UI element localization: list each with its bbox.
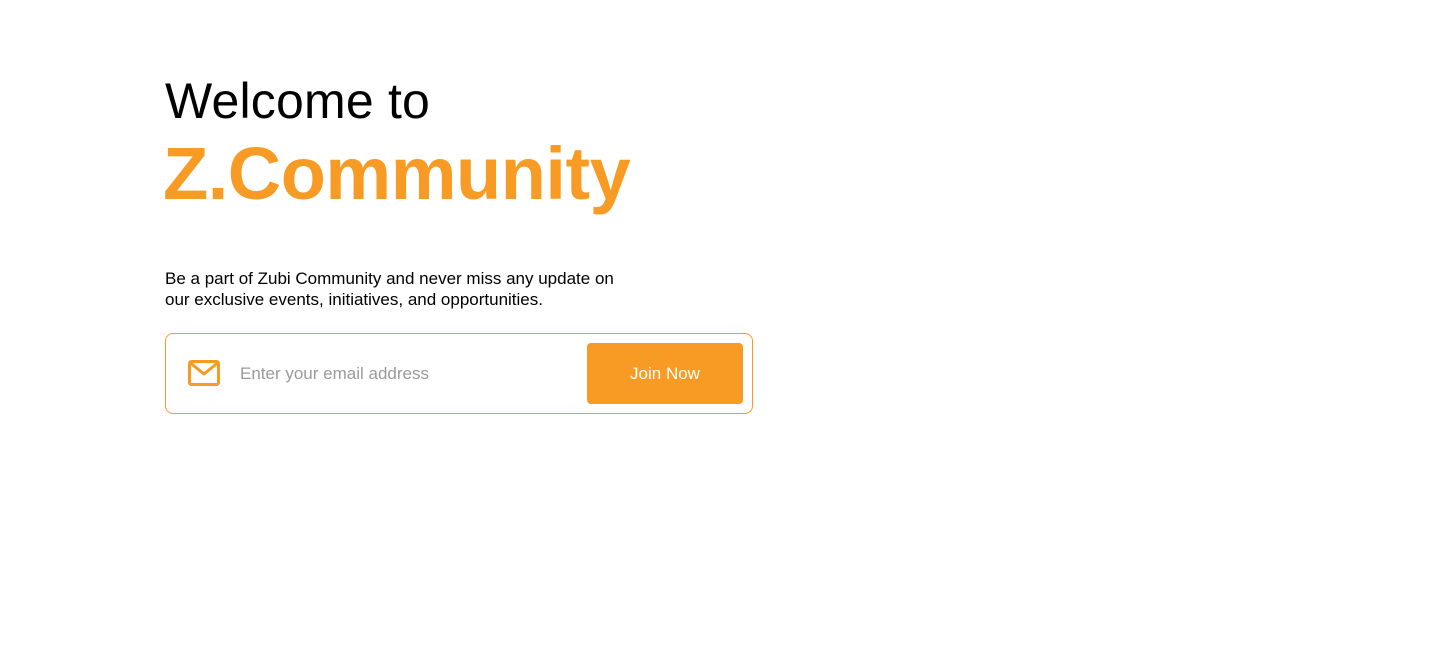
tagline-line-2: our exclusive events, initiatives, and o… bbox=[165, 290, 543, 309]
newsletter-signup-form: Join Now bbox=[165, 333, 753, 414]
join-now-button[interactable]: Join Now bbox=[587, 343, 743, 404]
email-input[interactable] bbox=[240, 354, 570, 394]
brand-title: Z.Community bbox=[163, 132, 631, 215]
tagline: Be a part of Zubi Community and never mi… bbox=[165, 268, 685, 310]
tagline-line-1: Be a part of Zubi Community and never mi… bbox=[165, 269, 614, 288]
welcome-heading: Welcome to bbox=[165, 73, 431, 129]
mail-icon bbox=[188, 360, 220, 386]
